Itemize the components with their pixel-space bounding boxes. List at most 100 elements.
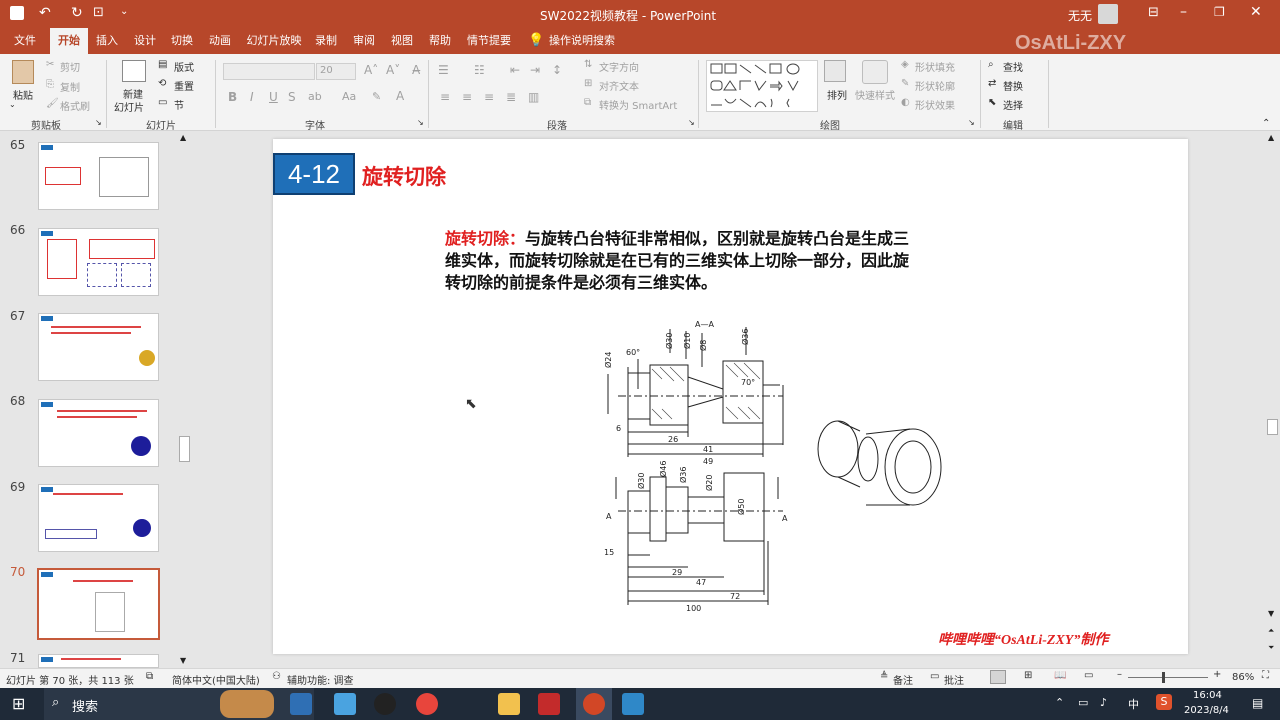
- present-icon[interactable]: ⊡: [93, 5, 104, 20]
- smartart-button[interactable]: 转换为 SmartArt: [599, 97, 677, 112]
- section-button[interactable]: 节: [174, 97, 184, 112]
- notification-icon[interactable]: ▤: [1252, 696, 1263, 710]
- cut-button[interactable]: 剪切: [60, 59, 80, 74]
- cut-icon[interactable]: ✂: [46, 59, 54, 70]
- slide-thumbnail-69[interactable]: [38, 484, 159, 552]
- text-direction-button[interactable]: 文字方向: [599, 59, 639, 74]
- shape-outline-button[interactable]: 形状轮廓: [915, 78, 955, 93]
- copy-icon[interactable]: ⎘: [46, 79, 54, 90]
- tab-home[interactable]: 开始: [50, 28, 88, 54]
- dialog-launcher-icon[interactable]: ↘: [95, 118, 102, 127]
- fit-slide-icon[interactable]: ⛶: [1262, 670, 1269, 681]
- section-icon[interactable]: ▭: [158, 97, 167, 108]
- scroll-up-icon[interactable]: ▲: [180, 133, 186, 142]
- close-icon[interactable]: ✕: [1250, 4, 1262, 20]
- find-button[interactable]: 查找: [1003, 59, 1023, 74]
- align-text-button[interactable]: 对齐文本: [599, 78, 639, 93]
- line-spacing-icon[interactable]: ↕: [552, 63, 562, 77]
- find-icon[interactable]: ⌕: [988, 59, 994, 70]
- text-direction-icon[interactable]: ⇅: [584, 59, 592, 70]
- justify-icon[interactable]: ≣: [506, 90, 516, 104]
- editor-scrollbar[interactable]: ▲ ▼ ⏶ ⏷: [1265, 131, 1280, 668]
- italic-icon[interactable]: I: [250, 90, 254, 104]
- smartart-icon[interactable]: ⧉: [584, 97, 591, 108]
- collapse-ribbon-icon[interactable]: ⌃: [1262, 118, 1270, 129]
- baidu-netdisk-icon[interactable]: [334, 693, 356, 715]
- editor-scroll-down-icon[interactable]: ▼: [1268, 609, 1274, 618]
- char-spacing-icon[interactable]: ab: [308, 90, 322, 103]
- clock-time[interactable]: 16:04: [1193, 690, 1222, 701]
- user-name[interactable]: 无无: [1068, 7, 1092, 24]
- slideshow-icon[interactable]: ▭: [1084, 670, 1093, 681]
- drawing-dialog-icon[interactable]: ↘: [968, 118, 975, 127]
- tab-view[interactable]: 视图: [385, 28, 419, 54]
- tab-insert[interactable]: 插入: [90, 28, 124, 54]
- next-slide-icon[interactable]: ⏷: [1268, 643, 1274, 653]
- zoom-slider[interactable]: [1128, 677, 1208, 678]
- underline-icon[interactable]: U: [269, 90, 278, 104]
- thumbnail-scrollbar[interactable]: ▲ ▼: [177, 131, 192, 668]
- avatar[interactable]: [1098, 4, 1118, 24]
- replace-button[interactable]: 替换: [1003, 78, 1023, 93]
- scroll-thumb[interactable]: [179, 436, 190, 462]
- windows-start-icon[interactable]: ⊞: [12, 694, 25, 713]
- tab-file[interactable]: 文件: [6, 28, 44, 54]
- minimize-icon[interactable]: –: [1180, 4, 1187, 20]
- tab-slideshow[interactable]: 幻灯片放映: [241, 28, 307, 54]
- qq-icon[interactable]: [374, 693, 396, 715]
- slide-sorter-icon[interactable]: ⊞: [1024, 670, 1032, 681]
- editor-scroll-up-icon[interactable]: ▲: [1268, 133, 1274, 142]
- layout-icon[interactable]: ▤: [158, 59, 167, 70]
- quick-styles-icon[interactable]: [862, 60, 888, 84]
- tab-record[interactable]: 录制: [309, 28, 343, 54]
- zoom-slider-thumb[interactable]: [1162, 672, 1165, 683]
- accessibility-icon[interactable]: ⚇: [272, 671, 281, 682]
- chrome-icon[interactable]: [416, 693, 438, 715]
- shape-fill-button[interactable]: 形状填充: [915, 59, 955, 74]
- tab-design[interactable]: 设计: [128, 28, 162, 54]
- format-painter-button[interactable]: 格式刷: [60, 98, 90, 113]
- clear-format-icon[interactable]: A̶: [412, 63, 420, 77]
- tab-help[interactable]: 帮助: [423, 28, 457, 54]
- taskbar-search-box[interactable]: ⌕ 搜索: [44, 688, 314, 720]
- ime-language[interactable]: 中: [1128, 696, 1139, 712]
- notes-button[interactable]: 备注: [893, 672, 913, 687]
- quick-styles-button[interactable]: 快速样式: [855, 87, 895, 102]
- accessibility-status[interactable]: 辅助功能: 调查: [287, 672, 354, 687]
- columns-icon[interactable]: ▥: [528, 90, 539, 104]
- increase-indent-icon[interactable]: ⇥: [530, 63, 540, 77]
- align-right-icon[interactable]: ≡: [484, 90, 494, 104]
- shape-fill-icon[interactable]: ◈: [901, 59, 909, 70]
- align-text-icon[interactable]: ⊞: [584, 78, 592, 89]
- strikethrough-icon[interactable]: S: [288, 90, 296, 104]
- ribbon-display-icon[interactable]: ⊟: [1148, 5, 1159, 20]
- bullets-icon[interactable]: ☰: [438, 63, 449, 77]
- reset-icon[interactable]: ⟲: [158, 78, 166, 89]
- paste-icon[interactable]: [12, 60, 34, 84]
- slide-thumbnail-70[interactable]: [37, 568, 160, 640]
- decrease-indent-icon[interactable]: ⇤: [510, 63, 520, 77]
- new-slide-button-2[interactable]: 幻灯片: [114, 99, 144, 114]
- select-icon[interactable]: ⬉: [988, 97, 996, 108]
- shape-effects-icon[interactable]: ◐: [901, 97, 910, 108]
- slide-canvas[interactable]: 4-12 旋转切除 旋转切除：与旋转凸台特征非常相似，区别就是旋转凸台是生成三 …: [273, 139, 1188, 654]
- slide-thumbnail-66[interactable]: [38, 228, 159, 296]
- spelling-icon[interactable]: ⧉: [146, 671, 153, 682]
- volume-icon[interactable]: ♪: [1100, 696, 1107, 709]
- powerpoint-taskbar-button[interactable]: [576, 688, 612, 720]
- decrease-font-icon[interactable]: A˅: [386, 63, 400, 77]
- tab-review[interactable]: 审阅: [347, 28, 381, 54]
- slide-thumbnail-65[interactable]: [38, 142, 159, 210]
- clock-date[interactable]: 2023/8/4: [1184, 705, 1229, 716]
- paragraph-dialog-icon[interactable]: ↘: [688, 118, 695, 127]
- bold-icon[interactable]: B: [228, 90, 237, 104]
- align-left-icon[interactable]: ≡: [440, 90, 450, 104]
- qat-more-icon[interactable]: ⌄: [120, 6, 128, 17]
- font-name-box[interactable]: [223, 63, 315, 80]
- shape-outline-icon[interactable]: ✎: [901, 78, 909, 89]
- reading-view-icon[interactable]: 📖: [1054, 670, 1066, 681]
- increase-font-icon[interactable]: A˄: [364, 63, 378, 77]
- layout-button[interactable]: 版式: [174, 59, 194, 74]
- redo-icon[interactable]: ↻: [71, 5, 83, 21]
- replace-icon[interactable]: ⇄: [988, 78, 996, 89]
